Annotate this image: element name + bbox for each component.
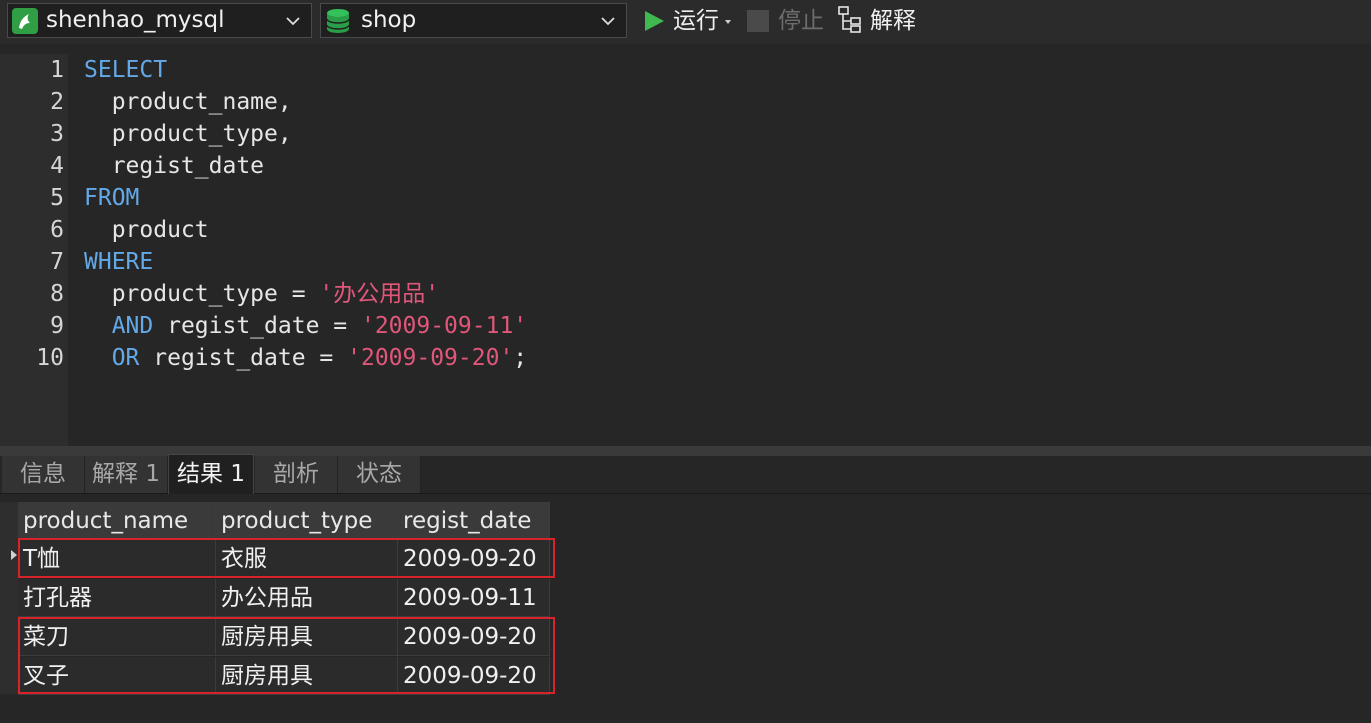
stop-label: 停止	[778, 8, 824, 34]
current-row-arrow-icon	[11, 550, 17, 560]
sql-keyword: SELECT	[84, 57, 168, 83]
database-select[interactable]: shop	[320, 3, 627, 38]
line-number: 4	[50, 153, 64, 179]
table-cell[interactable]: 2009-09-11	[398, 579, 550, 617]
line-number: 3	[50, 121, 64, 147]
code-text: ;	[513, 345, 528, 371]
toolbar: shenhao_mysql shop 运行 停止 解释	[0, 0, 1371, 44]
run-dropdown-icon[interactable]	[724, 18, 732, 26]
run-button[interactable]: 运行	[642, 0, 737, 44]
code-line[interactable]: WHERE	[84, 246, 153, 278]
line-number: 10	[36, 345, 64, 371]
result-tabs: 信息 解释 1 结果 1 剖析 状态	[0, 454, 1371, 494]
code-line[interactable]: OR regist_date = '2009-09-20';	[84, 342, 527, 374]
code-line[interactable]: product_type,	[84, 118, 292, 150]
stop-button[interactable]: 停止	[746, 0, 830, 44]
connection-select[interactable]: shenhao_mysql	[7, 3, 312, 38]
result-grid[interactable]: product_name product_type regist_date T恤…	[0, 494, 1371, 723]
code-text: product_name,	[84, 89, 292, 115]
code-text: regist_date	[84, 153, 265, 179]
chevron-down-icon	[286, 17, 300, 26]
table-cell[interactable]: 叉子	[18, 657, 216, 695]
database-icon	[326, 9, 350, 33]
table-cell[interactable]: 菜刀	[18, 618, 216, 656]
line-number: 1	[50, 57, 64, 83]
code-line[interactable]: FROM	[84, 182, 139, 214]
table-cell[interactable]: 打孔器	[18, 579, 216, 617]
tab-explain[interactable]: 解释 1	[85, 456, 168, 493]
table-cell[interactable]: T恤	[18, 540, 216, 578]
line-number: 8	[50, 281, 64, 307]
sql-string: '2009-09-20'	[347, 345, 514, 371]
line-number: 5	[50, 185, 64, 211]
code-line[interactable]: AND regist_date = '2009-09-11'	[84, 310, 527, 342]
sql-editor[interactable]: 1 2 3 4 5 6 7 8 9 10 SELECT product_name, product…	[0, 54, 1371, 446]
line-number: 6	[50, 217, 64, 243]
stop-icon	[747, 10, 769, 32]
play-icon	[645, 11, 664, 31]
tab-result[interactable]: 结果 1	[168, 454, 254, 494]
tab-status[interactable]: 状态	[338, 456, 421, 493]
code-line[interactable]: product_type = '办公用品'	[84, 278, 439, 310]
connection-name: shenhao_mysql	[46, 7, 225, 33]
sql-string: '2009-09-11'	[360, 313, 528, 339]
sql-string: '办公用品'	[319, 281, 440, 307]
table-cell[interactable]: 办公用品	[216, 579, 398, 617]
column-header-regist-date[interactable]: regist_date	[398, 502, 550, 540]
sql-keyword: FROM	[84, 185, 140, 211]
row-selector-column	[0, 502, 18, 694]
explain-icon	[838, 6, 861, 33]
code-text: product_type =	[84, 281, 320, 307]
sql-keyword: OR	[111, 345, 140, 371]
code-text: product	[84, 217, 209, 243]
line-number: 9	[50, 313, 64, 339]
code-line[interactable]: product	[84, 214, 209, 246]
column-header-product-name[interactable]: product_name	[18, 502, 216, 540]
sql-keyword: WHERE	[84, 249, 154, 275]
line-number-gutter: 1 2 3 4 5 6 7 8 9 10	[0, 54, 68, 446]
explain-button[interactable]: 解释	[838, 0, 924, 44]
code-text: product_type,	[84, 121, 292, 147]
code-line[interactable]: SELECT	[84, 54, 167, 86]
database-name: shop	[361, 7, 417, 33]
tab-profile[interactable]: 剖析	[255, 456, 338, 493]
table-cell[interactable]: 2009-09-20	[398, 618, 550, 656]
tab-info[interactable]: 信息	[2, 456, 85, 493]
line-number: 7	[50, 249, 64, 275]
chevron-down-icon	[601, 17, 615, 26]
explain-label: 解释	[870, 8, 916, 34]
table-cell[interactable]: 衣服	[216, 540, 398, 578]
code-line[interactable]: product_name,	[84, 86, 292, 118]
table-cell[interactable]: 厨房用具	[216, 618, 398, 656]
code-text: regist_date =	[153, 313, 361, 339]
table-cell[interactable]: 2009-09-20	[398, 540, 550, 578]
run-label: 运行	[673, 8, 719, 34]
table-cell[interactable]: 2009-09-20	[398, 657, 550, 695]
mysql-dolphin-icon	[12, 8, 38, 34]
table-cell[interactable]: 厨房用具	[216, 657, 398, 695]
sql-keyword: AND	[111, 313, 154, 339]
line-number: 2	[50, 89, 64, 115]
code-line[interactable]: regist_date	[84, 150, 264, 182]
code-text: regist_date =	[139, 345, 348, 371]
column-header-product-type[interactable]: product_type	[216, 502, 398, 540]
